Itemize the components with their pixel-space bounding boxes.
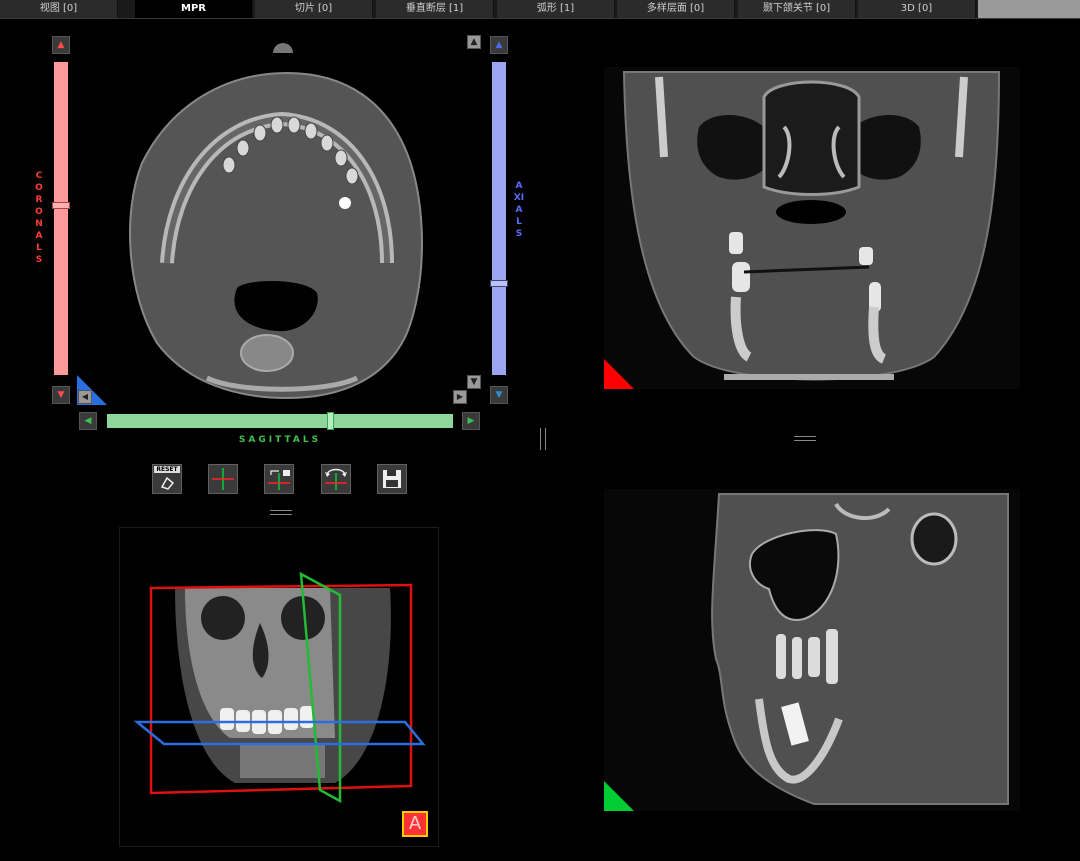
coronal-scan-image[interactable] (604, 67, 1020, 389)
coronal-view[interactable] (604, 67, 1020, 389)
axial-slider[interactable] (490, 62, 508, 375)
tab-3d[interactable]: 3D [0] (858, 0, 976, 18)
coronals-label: CORONALS (35, 171, 43, 265)
sagittal-view[interactable] (604, 489, 1020, 811)
coronal-up-button[interactable]: ▲ (52, 36, 70, 54)
tab-multi-planar[interactable]: 多样层面 [0] (617, 0, 735, 18)
coronal-slider[interactable] (52, 62, 70, 375)
tab-bar-filler (978, 0, 1080, 18)
right-horizontal-splitter-grip[interactable] (794, 436, 816, 441)
lock-crosshair-icon (268, 470, 290, 490)
tab-bar: 视图 [0] MPR 切片 [0] 垂直断层 [1] 弧形 [1] 多样层面 [… (0, 0, 1080, 19)
vertical-splitter-grip[interactable] (540, 428, 546, 450)
save-icon (383, 470, 401, 488)
crosshair-button[interactable] (208, 464, 238, 494)
coronal-down-button[interactable]: ▼ (52, 386, 70, 404)
axial-up-button[interactable]: ▲ (490, 36, 508, 54)
lock-crosshair-button[interactable] (264, 464, 294, 494)
sagittal-slider[interactable] (107, 412, 453, 430)
volume-3d-render[interactable] (120, 528, 438, 846)
tab-arc[interactable]: 弧形 [1] (497, 0, 615, 18)
tab-mpr[interactable]: MPR (135, 0, 253, 18)
sagittal-right-button[interactable]: ▶ (462, 412, 480, 430)
tab-tmj[interactable]: 颞下颌关节 [0] (738, 0, 856, 18)
axial-slider-thumb[interactable] (490, 280, 508, 287)
volume-3d-view[interactable]: A (119, 527, 439, 847)
reset-button[interactable]: RESET (152, 464, 182, 494)
sagittal-orientation-marker (604, 781, 634, 811)
save-button[interactable] (377, 464, 407, 494)
sagittals-label: SAGITTALS (238, 435, 322, 445)
tab-perpendicular[interactable]: 垂直断层 [1] (376, 0, 494, 18)
tab-slice[interactable]: 切片 [0] (255, 0, 373, 18)
axial-scan-image[interactable] (77, 33, 485, 405)
rotate-icon (325, 468, 347, 490)
axial-down-button[interactable]: ▼ (490, 386, 508, 404)
scroll-right-icon[interactable]: ▶ (453, 390, 467, 404)
scroll-left-icon[interactable]: ◀ (78, 390, 92, 404)
reset-icon (160, 476, 175, 490)
coronal-slider-thumb[interactable] (52, 202, 70, 209)
scroll-up-icon[interactable]: ▲ (467, 35, 481, 49)
scroll-down-icon[interactable]: ▼ (467, 375, 481, 389)
coronal-orientation-marker (604, 359, 634, 389)
left-horizontal-splitter-grip[interactable] (270, 510, 292, 515)
sagittal-scan-image[interactable] (604, 489, 1020, 811)
anterior-orientation-button[interactable]: A (402, 811, 428, 837)
sagittal-left-button[interactable]: ◀ (79, 412, 97, 430)
sagittal-slider-thumb[interactable] (327, 412, 334, 430)
axial-view[interactable]: ▲ ▼ ◀ ▶ (77, 33, 485, 405)
tab-view[interactable]: 视图 [0] (0, 0, 118, 18)
rotate-button[interactable] (321, 464, 351, 494)
crosshair-icon (212, 468, 234, 490)
reset-label: RESET (154, 466, 180, 473)
axials-label: AXIALS (513, 181, 525, 239)
